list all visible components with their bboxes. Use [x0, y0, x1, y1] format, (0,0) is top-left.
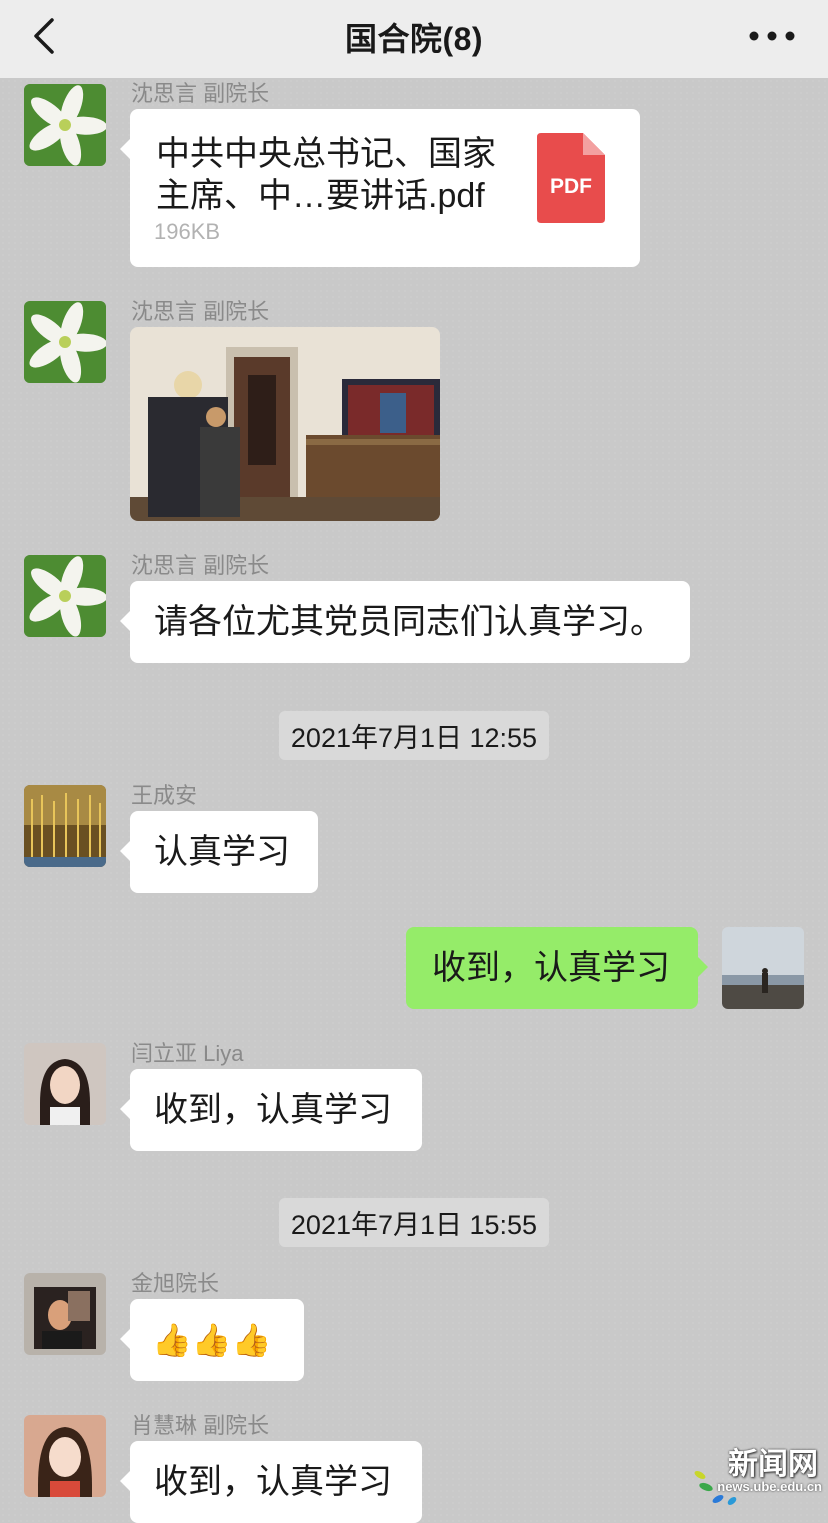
portrait-avatar-image — [24, 1415, 106, 1497]
portrait-avatar-image — [24, 1043, 106, 1125]
file-name-line2: 主席、中…要讲话.pdf — [156, 177, 485, 215]
sender-name: 沈思言 副院长 — [131, 553, 270, 578]
flower-avatar-image — [24, 301, 106, 383]
file-name-line1: 中共中央总书记、国家 — [156, 135, 496, 173]
sender-name: 王成安 — [131, 783, 198, 808]
avatar[interactable] — [24, 1273, 106, 1355]
text-bubble[interactable]: 请各位尤其党员同志们认真学习。 — [120, 581, 690, 663]
message-text-content: 收到，认真学习 — [154, 1463, 392, 1501]
text-bubble[interactable]: 收到，认真学习 — [120, 1069, 422, 1151]
message-text-content: 请各位尤其党员同志们认真学习。 — [154, 603, 664, 641]
photo-thumbnail[interactable] — [130, 327, 440, 521]
message-text-content: 收到，认真学习 — [154, 1091, 392, 1129]
text-bubble[interactable]: 👍👍👍 — [120, 1299, 304, 1381]
more-dots-icon[interactable] — [744, 18, 800, 54]
pdf-icon: PDF — [537, 133, 605, 223]
timestamp-label: 2021年7月1日 15:55 — [278, 1198, 550, 1247]
avatar[interactable] — [24, 1415, 106, 1497]
sender-name: 金旭院长 — [131, 1271, 220, 1296]
portrait-avatar-image — [24, 1273, 106, 1355]
golden-forest-avatar-image — [24, 785, 106, 867]
chat-title: 国合院(8) — [344, 21, 484, 57]
timestamp-label: 2021年7月1日 12:55 — [278, 711, 550, 760]
pdf-icon-label: PDF — [550, 175, 592, 198]
message-text-content: 收到，认真学习 — [432, 949, 670, 987]
flower-avatar-image — [24, 84, 106, 166]
sender-name: 闫立亚 Liya — [131, 1041, 244, 1066]
timestamp: 2021年7月1日 12:55 — [0, 711, 828, 760]
text-bubble[interactable]: 认真学习 — [120, 811, 318, 893]
flower-avatar-image — [24, 555, 106, 637]
avatar[interactable] — [24, 301, 106, 383]
avatar[interactable] — [24, 1043, 106, 1125]
file-size: 196KB — [154, 219, 221, 244]
text-bubble[interactable]: 收到，认真学习 — [120, 1441, 422, 1523]
avatar[interactable] — [24, 555, 106, 637]
thumbs-up-emoji: 👍👍👍 — [152, 1322, 272, 1358]
sender-name: 肖慧琳 副院长 — [131, 1413, 270, 1438]
seaside-avatar-image — [722, 927, 804, 1009]
timestamp: 2021年7月1日 15:55 — [0, 1198, 828, 1247]
text-bubble-self[interactable]: 收到，认真学习 — [406, 927, 708, 1009]
message-text-content: 认真学习 — [154, 833, 290, 871]
avatar[interactable] — [24, 84, 106, 166]
sender-name: 沈思言 副院长 — [131, 81, 270, 106]
chat-header: 国合院(8) — [0, 0, 828, 78]
leaf-logo-icon — [694, 1471, 737, 1505]
avatar[interactable] — [24, 785, 106, 867]
watermark-logo: 新闻网 news.ube.edu.cn — [688, 1439, 824, 1511]
avatar-self[interactable] — [722, 927, 804, 1009]
file-bubble[interactable]: 中共中央总书记、国家 主席、中…要讲话.pdf 196KB PDF — [120, 109, 640, 267]
sender-name: 沈思言 副院长 — [131, 299, 270, 324]
